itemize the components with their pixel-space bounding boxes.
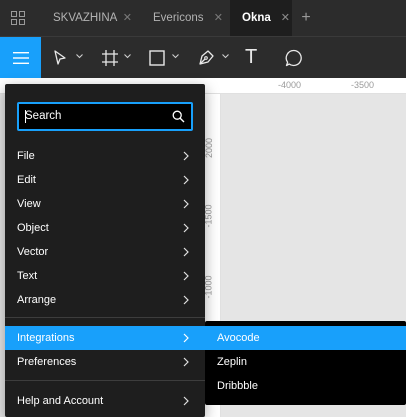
- text-cursor: [25, 110, 26, 123]
- ruler-tick: -1500: [203, 204, 214, 228]
- menu-item-label: Arrange: [17, 294, 57, 306]
- submenu-item-avocode[interactable]: Avocode: [205, 326, 406, 350]
- chevron-right-icon: [183, 175, 189, 185]
- main-menu: Search File Edit View Object Vector Text…: [5, 84, 205, 417]
- menu-item-label: View: [17, 198, 41, 210]
- menu-item-vector[interactable]: Vector: [5, 240, 205, 264]
- submenu-item-label: Avocode: [217, 332, 260, 344]
- pen-tool-icon: [199, 50, 214, 65]
- menu-item-label: Help and Account: [17, 395, 104, 407]
- menu-item-preferences[interactable]: Preferences: [5, 350, 205, 374]
- grid-icon: [11, 11, 25, 25]
- menu-item-arrange[interactable]: Arrange: [5, 288, 205, 312]
- pen-tool[interactable]: [198, 37, 229, 78]
- chevron-down-icon[interactable]: [222, 54, 229, 59]
- chevron-right-icon: [183, 247, 189, 257]
- search-input[interactable]: Search: [17, 102, 193, 131]
- comment-tool-icon: [285, 49, 302, 66]
- chevron-right-icon: [183, 223, 189, 233]
- submenu-item-label: Dribbble: [217, 380, 258, 392]
- menu-item-file[interactable]: File: [5, 144, 205, 168]
- menu-icon: [12, 51, 29, 64]
- search-icon: [172, 110, 185, 123]
- tab-label: Okna: [242, 12, 271, 24]
- toolbar: T: [0, 36, 406, 78]
- menu-item-label: Object: [17, 222, 49, 234]
- comment-tool[interactable]: [285, 37, 303, 78]
- close-icon[interactable]: ✕: [123, 11, 132, 24]
- menu-divider: [5, 380, 205, 381]
- text-tool[interactable]: T: [245, 37, 257, 78]
- frame-tool[interactable]: [102, 37, 131, 78]
- tab-skvazhina[interactable]: SKVAZHINA ✕: [36, 0, 136, 36]
- chevron-right-icon: [183, 333, 189, 343]
- tab-label: Evericons: [153, 12, 204, 24]
- submenu-item-dribbble[interactable]: Dribbble: [205, 374, 406, 398]
- menu-item-label: Integrations: [17, 332, 75, 344]
- menu-item-integrations[interactable]: Integrations: [5, 326, 205, 350]
- menu-item-edit[interactable]: Edit: [5, 168, 205, 192]
- rectangle-tool-icon: [149, 49, 165, 66]
- search-input-text: Search: [25, 110, 62, 122]
- frame-tool-icon: [102, 49, 118, 66]
- add-tab-button[interactable]: +: [292, 0, 320, 36]
- home-button[interactable]: [0, 0, 36, 36]
- menu-item-label: Vector: [17, 246, 49, 258]
- menu-item-object[interactable]: Object: [5, 216, 205, 240]
- menu-item-text[interactable]: Text: [5, 264, 205, 288]
- ruler-tick: -1000: [203, 275, 214, 299]
- chevron-down-icon[interactable]: [76, 54, 83, 59]
- chevron-right-icon: [183, 295, 189, 305]
- move-tool[interactable]: [53, 37, 83, 78]
- menu-item-view[interactable]: View: [5, 192, 205, 216]
- integrations-submenu: Avocode Zeplin Dribbble: [205, 321, 406, 405]
- menu-item-label: Preferences: [17, 356, 77, 368]
- menu-item-label: Text: [17, 270, 38, 282]
- chevron-down-icon[interactable]: [124, 54, 131, 59]
- chevron-right-icon: [183, 199, 189, 209]
- move-tool-icon: [54, 49, 66, 65]
- chevron-right-icon: [183, 396, 189, 406]
- menu-item-label: Edit: [17, 174, 36, 186]
- rectangle-tool[interactable]: [149, 37, 179, 78]
- tab-bar: SKVAZHINA ✕ Evericons ✕ Okna ✕ +: [0, 0, 406, 36]
- close-icon[interactable]: ✕: [214, 11, 223, 24]
- main-menu-button[interactable]: [0, 37, 41, 78]
- submenu-item-label: Zeplin: [217, 356, 247, 368]
- menu-divider: [5, 317, 205, 318]
- menu-item-help-and-account[interactable]: Help and Account: [5, 389, 205, 413]
- ruler-tick: -3500: [351, 80, 375, 90]
- submenu-item-zeplin[interactable]: Zeplin: [205, 350, 406, 374]
- ruler-tick: 2000: [204, 137, 215, 159]
- close-icon[interactable]: ✕: [281, 11, 290, 24]
- menu-item-label: File: [17, 150, 35, 162]
- tab-label: SKVAZHINA: [53, 12, 118, 24]
- ruler-tick: -4000: [278, 80, 302, 90]
- chevron-right-icon: [183, 151, 189, 161]
- tab-evericons[interactable]: Evericons ✕: [136, 0, 230, 36]
- text-tool-icon: T: [245, 46, 258, 68]
- chevron-down-icon[interactable]: [172, 54, 179, 59]
- chevron-right-icon: [183, 357, 189, 367]
- tab-okna[interactable]: Okna ✕: [230, 0, 292, 36]
- chevron-right-icon: [183, 271, 189, 281]
